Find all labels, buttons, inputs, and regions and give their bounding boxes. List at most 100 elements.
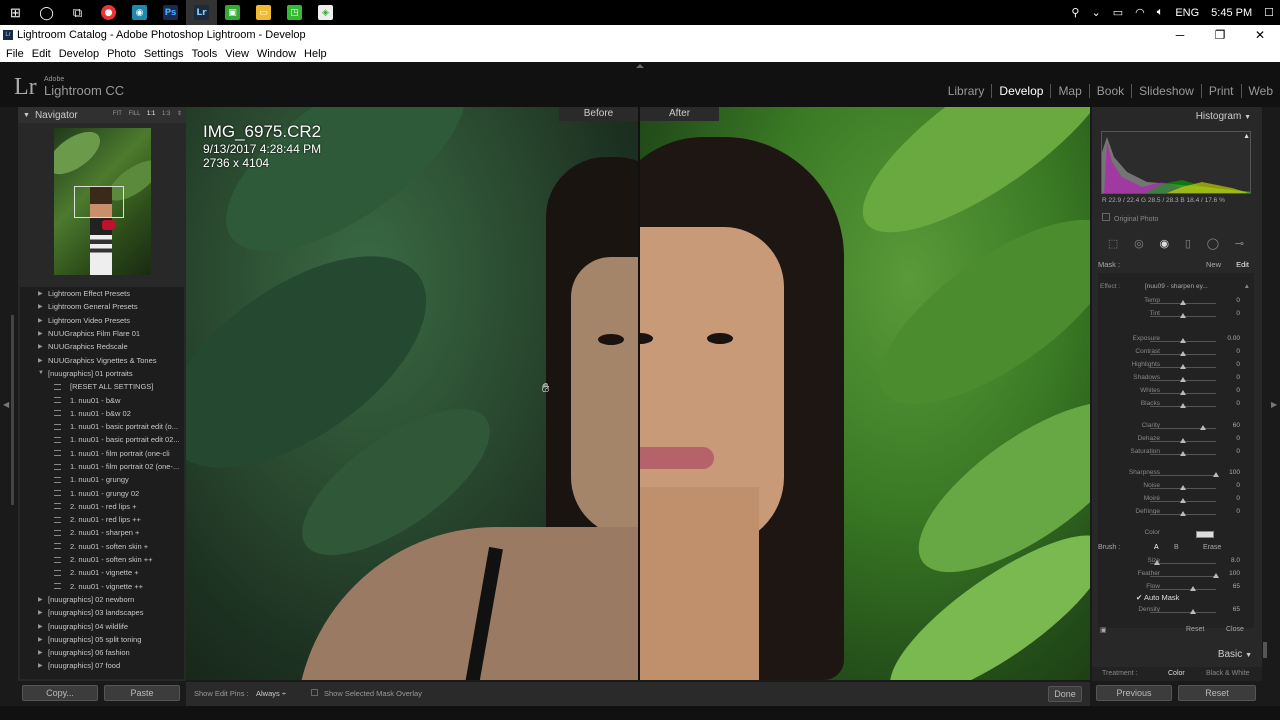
slider-thumb[interactable] xyxy=(1180,390,1186,395)
slider-value[interactable]: 0 xyxy=(1236,482,1240,489)
slider-thumb[interactable] xyxy=(1189,586,1196,591)
collapsed-triangle-icon[interactable]: ▶ xyxy=(38,596,48,603)
preset-item[interactable]: 1. nuu01 - b&w 02 xyxy=(20,407,184,420)
module-web[interactable]: Web xyxy=(1242,84,1280,98)
slider-thumb[interactable] xyxy=(1180,300,1186,305)
start-icon[interactable]: ⊞ xyxy=(0,0,31,25)
menu-help[interactable]: Help xyxy=(304,48,327,60)
slider-thumb[interactable] xyxy=(1180,364,1186,369)
right-scrollbar[interactable] xyxy=(1263,642,1267,658)
slider-clarity[interactable]: Clarity 60 xyxy=(1098,422,1254,434)
preset-folder[interactable]: ▶ [nuugraphics] 02 newborn xyxy=(20,593,184,606)
slider-thumb[interactable] xyxy=(1213,573,1219,578)
slider-track[interactable] xyxy=(1150,475,1216,476)
slider-thumb[interactable] xyxy=(1180,485,1186,490)
slider-contrast[interactable]: Contrast 0 xyxy=(1098,348,1254,360)
slider-thumb[interactable] xyxy=(1180,451,1186,456)
module-print[interactable]: Print xyxy=(1202,84,1242,98)
preset-folder[interactable]: ▶ [nuugraphics] 04 wildlife xyxy=(20,619,184,632)
preset-folder[interactable]: ▶ [nuugraphics] 06 fashion xyxy=(20,646,184,659)
effect-preset-select[interactable]: [nuu09 - sharpen ey... xyxy=(1145,283,1208,290)
slider-blacks[interactable]: Blacks 0 xyxy=(1098,400,1254,412)
collapsed-triangle-icon[interactable]: ▶ xyxy=(38,290,48,297)
slider-track[interactable] xyxy=(1150,589,1216,590)
mask-new-button[interactable]: New xyxy=(1206,260,1221,269)
module-book[interactable]: Book xyxy=(1090,84,1133,98)
slider-value[interactable]: 0 xyxy=(1236,374,1240,381)
chevron-up-icon[interactable]: ⌄ xyxy=(1091,6,1100,19)
graduated-filter-icon[interactable]: ▯ xyxy=(1185,237,1191,250)
histogram[interactable] xyxy=(1101,131,1251,194)
zoom-fit[interactable]: FIT xyxy=(113,111,122,117)
clock[interactable]: 5:45 PM xyxy=(1211,7,1252,19)
module-map[interactable]: Map xyxy=(1051,84,1090,98)
color-swatch[interactable] xyxy=(1196,531,1214,538)
menu-view[interactable]: View xyxy=(225,48,249,60)
slider-track[interactable] xyxy=(1150,576,1216,577)
slider-feather[interactable]: Feather 100 xyxy=(1098,570,1254,582)
capture-icon[interactable]: ◈ xyxy=(310,0,341,25)
collapsed-triangle-icon[interactable]: ▶ xyxy=(38,662,48,669)
slider-dehaze[interactable]: Dehaze 0 xyxy=(1098,435,1254,447)
preset-item[interactable]: 2. nuu01 - vignette + xyxy=(20,566,184,579)
collapsed-triangle-icon[interactable]: ▶ xyxy=(38,330,48,337)
slider-value[interactable]: 0 xyxy=(1236,297,1240,304)
module-library[interactable]: Library xyxy=(941,84,993,98)
preset-folder[interactable]: ▶ NUUGraphics Redscale xyxy=(20,340,184,353)
preset-item[interactable]: 1. nuu01 - film portrait 02 (one-... xyxy=(20,460,184,473)
slider-thumb[interactable] xyxy=(1153,560,1160,565)
menu-tools[interactable]: Tools xyxy=(192,48,218,60)
slider-thumb[interactable] xyxy=(1180,438,1186,443)
photoshop-icon[interactable]: Ps xyxy=(155,0,186,25)
preset-folder[interactable]: ▶ [nuugraphics] 05 split toning xyxy=(20,633,184,646)
panel-close-button[interactable]: Close xyxy=(1226,626,1244,633)
preset-item[interactable]: 1. nuu01 - film portrait (one-cli xyxy=(20,447,184,460)
collapsed-triangle-icon[interactable]: ▶ xyxy=(38,623,48,630)
left-panel-toggle-icon[interactable]: ◀ xyxy=(3,400,9,409)
slider-size[interactable]: Size 8.0 xyxy=(1098,557,1254,569)
zoom-fill[interactable]: FILL xyxy=(128,111,140,117)
slider-density[interactable]: Density 65 xyxy=(1098,606,1254,618)
preset-item[interactable]: 2. nuu01 - vignette ++ xyxy=(20,580,184,593)
slider-sharpness[interactable]: Sharpness 100 xyxy=(1098,469,1254,481)
effect-collapse-icon[interactable]: ▲ xyxy=(1244,283,1250,290)
histogram-header[interactable]: Histogram ▼ xyxy=(1092,107,1262,122)
toggle-switch-icon[interactable]: ▣ xyxy=(1100,626,1107,634)
slider-highlights[interactable]: Highlights 0 xyxy=(1098,361,1254,373)
preset-item[interactable]: 2. nuu01 - red lips ++ xyxy=(20,513,184,526)
slider-thumb[interactable] xyxy=(1180,351,1186,356)
slider-thumb[interactable] xyxy=(1180,338,1186,343)
menu-window[interactable]: Window xyxy=(257,48,296,60)
mask-overlay-checkbox[interactable] xyxy=(311,689,318,696)
zoom-stepper-icon[interactable]: ⇕ xyxy=(177,111,182,117)
preset-item[interactable]: 1. nuu01 - basic portrait edit 02... xyxy=(20,433,184,446)
slider-value[interactable]: 65 xyxy=(1233,606,1240,613)
slider-thumb[interactable] xyxy=(1180,377,1186,382)
slider-temp[interactable]: Temp 0 xyxy=(1098,297,1254,309)
left-scrollbar[interactable] xyxy=(11,315,14,505)
done-button[interactable]: Done xyxy=(1048,686,1082,702)
wifi-icon[interactable]: ◠ xyxy=(1135,6,1145,19)
slider-value[interactable]: 65 xyxy=(1233,583,1240,590)
collapsed-triangle-icon[interactable]: ▶ xyxy=(38,609,48,616)
slider-thumb[interactable] xyxy=(1199,425,1206,430)
red-eye-icon[interactable]: ◉ xyxy=(1160,237,1170,250)
crop-tool-icon[interactable]: ⬚ xyxy=(1108,237,1118,250)
preset-item[interactable]: 2. nuu01 - soften skin + xyxy=(20,540,184,553)
search-icon[interactable]: ◯ xyxy=(31,0,62,25)
battery-icon[interactable]: ▭ xyxy=(1113,6,1123,19)
preset-folder[interactable]: ▶ Lightroom Video Presets xyxy=(20,314,184,327)
brush-a-button[interactable]: A xyxy=(1154,544,1159,551)
brush-b-button[interactable]: B xyxy=(1174,544,1179,551)
slider-value[interactable]: 0 xyxy=(1236,448,1240,455)
menu-edit[interactable]: Edit xyxy=(32,48,51,60)
chrome-icon[interactable]: ● xyxy=(93,0,124,25)
menu-settings[interactable]: Settings xyxy=(144,48,184,60)
slider-value[interactable]: 100 xyxy=(1229,469,1240,476)
preset-item[interactable]: 2. nuu01 - red lips + xyxy=(20,500,184,513)
slider-thumb[interactable] xyxy=(1213,472,1219,477)
preset-item[interactable]: [RESET ALL SETTINGS] xyxy=(20,380,184,393)
preset-item[interactable]: 1. nuu01 - grungy 02 xyxy=(20,486,184,499)
expanded-triangle-icon[interactable]: ▼ xyxy=(38,370,48,376)
module-develop[interactable]: Develop xyxy=(992,84,1052,98)
